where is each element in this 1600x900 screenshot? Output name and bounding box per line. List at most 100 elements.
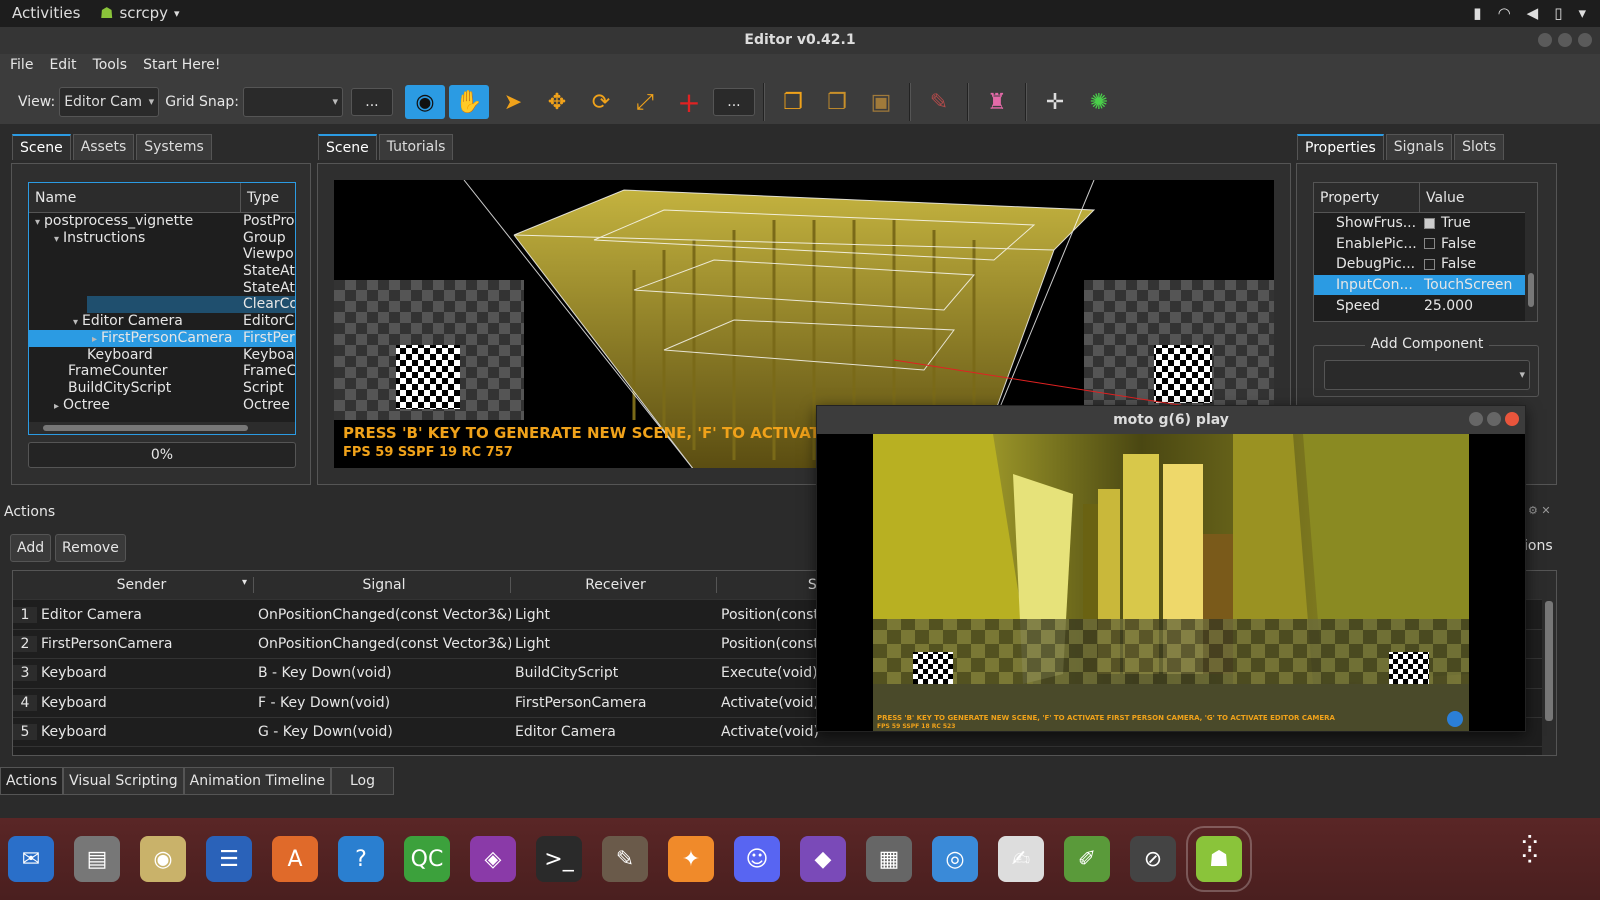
checkbox[interactable] xyxy=(1424,258,1435,270)
battery-icon[interactable]: ▯ xyxy=(1554,4,1562,22)
tree-row[interactable]: ▾ postprocess_vignette PostPro xyxy=(29,213,295,230)
tree-row[interactable]: Keyboard Keyboa xyxy=(29,347,295,364)
tools-more-button[interactable]: ... xyxy=(712,88,755,116)
tree-row[interactable]: ClearCo xyxy=(29,296,295,314)
move-tool-button[interactable]: ✥ xyxy=(537,85,577,119)
property-row[interactable]: DebugPic... False xyxy=(1314,254,1537,275)
tree-row[interactable]: StateAt xyxy=(29,263,295,280)
minimize-button[interactable] xyxy=(1538,33,1552,47)
property-value[interactable]: TouchScreen xyxy=(1420,277,1512,293)
checkbox[interactable] xyxy=(1424,217,1435,229)
copy-button[interactable]: ❐ xyxy=(773,85,813,119)
tree-column-name[interactable]: Name xyxy=(29,183,241,212)
cell-sender[interactable]: Keyboard xyxy=(37,724,254,740)
add-component-select[interactable] xyxy=(1324,360,1530,390)
cell-receiver[interactable]: BuildCityScript xyxy=(511,665,717,681)
tab-log[interactable]: Log xyxy=(331,767,395,795)
tree-row[interactable]: ▸ Octree Octree xyxy=(29,397,295,414)
properties-column-property[interactable]: Property xyxy=(1314,183,1420,212)
group-button[interactable]: ▣ xyxy=(861,85,901,119)
tab-signals[interactable]: Signals xyxy=(1385,134,1453,160)
editor-icon[interactable]: ✍ xyxy=(998,836,1044,882)
cell-sender[interactable]: Keyboard xyxy=(37,695,254,711)
pan-tool-button[interactable]: ✋ xyxy=(448,85,489,119)
cell-receiver[interactable]: FirstPersonCamera xyxy=(511,695,717,711)
expand-down-icon[interactable]: ▾ xyxy=(35,217,40,228)
property-row[interactable]: Speed 25.000 xyxy=(1314,295,1537,316)
scene-tree[interactable]: Name Type ▾ postprocess_vignette PostPro ▾ I… xyxy=(28,182,296,435)
properties-scrollbar[interactable] xyxy=(1525,183,1537,321)
tree-hscrollbar[interactable] xyxy=(29,422,295,434)
actions-scroll-thumb[interactable] xyxy=(1545,601,1553,721)
cell-sender[interactable]: FirstPersonCamera xyxy=(37,636,254,652)
properties-table[interactable]: Property Value ShowFrus... True EnablePic.… xyxy=(1313,182,1538,322)
dock-controls[interactable]: ⚙ ✕ xyxy=(1528,504,1551,517)
blender-icon[interactable]: ✦ xyxy=(668,836,714,882)
app-menu[interactable]: ☗ scrcpy ▾ xyxy=(100,4,180,22)
close-button[interactable] xyxy=(1578,33,1592,47)
thunderbird-icon[interactable]: ✉ xyxy=(8,836,54,882)
terminal-icon[interactable]: >_ xyxy=(536,836,582,882)
video-icon[interactable]: ◈ xyxy=(470,836,516,882)
column-receiver[interactable]: Receiver xyxy=(511,577,717,594)
view-select[interactable]: Editor Cam xyxy=(59,87,160,117)
maximize-button[interactable] xyxy=(1558,33,1572,47)
tab-tutorials[interactable]: Tutorials xyxy=(378,134,454,160)
tab-animation-timeline[interactable]: Animation Timeline xyxy=(183,767,331,795)
cell-signal[interactable]: OnPositionChanged(const Vector3&) xyxy=(254,636,511,652)
particles-button[interactable]: ✺ xyxy=(1079,85,1119,119)
property-value[interactable]: False xyxy=(1420,236,1476,252)
property-value[interactable]: False xyxy=(1420,256,1476,272)
maximize-button[interactable] xyxy=(1487,412,1501,426)
rotate-tool-button[interactable]: ⟳ xyxy=(581,85,621,119)
property-row[interactable]: EnablePic... False xyxy=(1314,234,1537,255)
chevron-down-icon[interactable]: ▾ xyxy=(1578,4,1586,22)
show-apps-icon[interactable]: ⁘ ⁘ xyxy=(1518,829,1543,871)
vs-icon[interactable]: ◆ xyxy=(800,836,846,882)
scrcpy-window[interactable]: moto g(6) play PRESS 'B' KEY TO GENERATE… xyxy=(816,405,1526,732)
tree-row[interactable]: StateAt xyxy=(29,280,295,297)
tree-row[interactable]: ▸ FirstPersonCamera FirstPer xyxy=(29,329,295,347)
properties-column-value[interactable]: Value xyxy=(1420,183,1470,212)
column-sender[interactable]: Sender ▾ xyxy=(37,577,254,594)
close-button[interactable] xyxy=(1505,412,1519,426)
rhythmbox-icon[interactable]: ◉ xyxy=(140,836,186,882)
tree-row[interactable]: Viewpo xyxy=(29,246,295,263)
select-tool-button[interactable]: ➤ xyxy=(493,85,533,119)
menu-start-here[interactable]: Start Here! xyxy=(137,54,226,80)
cell-signal[interactable]: OnPositionChanged(const Vector3&) xyxy=(254,607,511,623)
tree-row[interactable]: FrameCounter FrameC xyxy=(29,363,295,380)
property-value[interactable]: 25.000 xyxy=(1420,298,1473,314)
help-icon[interactable]: ? xyxy=(338,836,384,882)
minimize-button[interactable] xyxy=(1469,412,1483,426)
discord-icon[interactable]: ☺ xyxy=(734,836,780,882)
transform-button[interactable]: ✛ xyxy=(1035,85,1075,119)
grid-snap-more-button[interactable]: ... xyxy=(350,88,393,116)
system-tray[interactable]: ▮ ◠ ◀ ▯ ▾ xyxy=(1473,4,1586,22)
expand-right-icon[interactable]: ▸ xyxy=(92,334,97,345)
phone-screen[interactable]: PRESS 'B' KEY TO GENERATE NEW SCENE, 'F'… xyxy=(873,434,1469,731)
tree-row[interactable]: ▾ Editor Camera EditorC xyxy=(29,313,295,330)
properties-scroll-thumb[interactable] xyxy=(1528,273,1534,307)
cell-signal[interactable]: G - Key Down(void) xyxy=(254,724,511,740)
volume-icon[interactable]: ◀ xyxy=(1527,4,1539,22)
android-icon[interactable]: ☗ xyxy=(1186,826,1252,892)
paint-icon[interactable]: ✐ xyxy=(1064,836,1110,882)
gimp-icon[interactable]: ✎ xyxy=(602,836,648,882)
expand-right-icon[interactable]: ▸ xyxy=(54,401,59,412)
grid-snap-select[interactable] xyxy=(242,87,343,117)
menu-file[interactable]: File xyxy=(4,54,39,80)
cake-button[interactable]: ♜ xyxy=(977,85,1017,119)
tree-row[interactable]: BuildCityScript Script xyxy=(29,380,295,397)
menu-edit[interactable]: Edit xyxy=(43,54,82,80)
cell-receiver[interactable]: Light xyxy=(511,607,717,623)
add-tool-button[interactable]: + xyxy=(669,85,709,119)
expand-down-icon[interactable]: ▾ xyxy=(54,234,59,245)
wifi-icon[interactable]: ◠ xyxy=(1498,4,1511,22)
tab-visual-scripting[interactable]: Visual Scripting xyxy=(63,767,184,795)
cell-sender[interactable]: Keyboard xyxy=(37,665,254,681)
target-tool-button[interactable]: ◉ xyxy=(404,85,445,119)
tree-scroll-thumb[interactable] xyxy=(43,425,248,431)
menu-tools[interactable]: Tools xyxy=(87,54,134,80)
scale-tool-button[interactable]: ⤢ xyxy=(625,85,665,119)
